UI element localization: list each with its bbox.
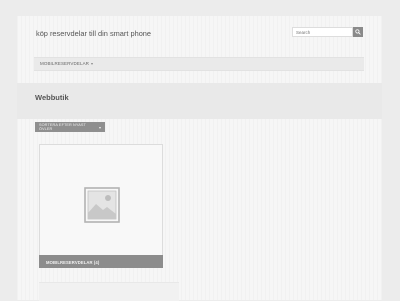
nav-item-label: MOBILRESERVDELAR (40, 61, 90, 66)
page-title: Webbutik (35, 93, 69, 102)
search-icon (355, 29, 361, 35)
search-input[interactable] (292, 27, 353, 37)
search-form (292, 27, 363, 37)
page-title-bar: Webbutik (17, 83, 382, 119)
chevron-down-icon: ▾ (98, 124, 101, 130)
product-category-title[interactable]: MOBILRESERVDELAR (4) (39, 255, 163, 268)
page-container: köp reservdelar till din smart phone MOB… (17, 16, 382, 301)
sort-select[interactable]: SORTERA EFTER NYAST ÖVLER ▾ (35, 122, 105, 132)
nav-item-mobilreservdelar[interactable]: MOBILRESERVDELAR ▾ (40, 61, 93, 66)
sort-select-label: SORTERA EFTER NYAST ÖVLER (39, 123, 86, 131)
image-placeholder-icon (84, 187, 120, 223)
chevron-down-icon: ▾ (91, 61, 94, 66)
product-category-card[interactable]: MOBILRESERVDELAR (4) (39, 144, 163, 268)
site-title[interactable]: köp reservdelar till din smart phone (36, 27, 176, 41)
main-nav: MOBILRESERVDELAR ▾ (34, 57, 364, 71)
site-header: köp reservdelar till din smart phone MOB… (17, 16, 382, 78)
content-footer-block (39, 282, 179, 301)
search-button[interactable] (353, 27, 363, 37)
